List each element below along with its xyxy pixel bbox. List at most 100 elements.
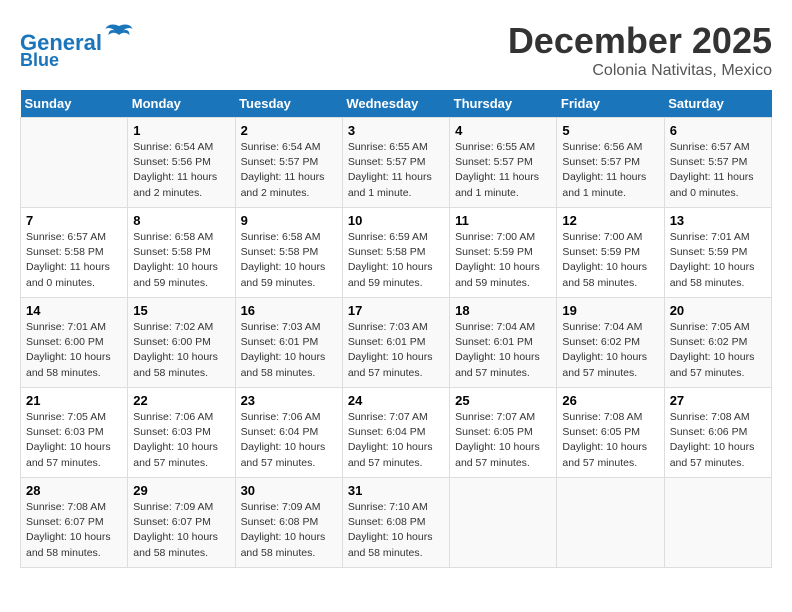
weekday-header-tuesday: Tuesday xyxy=(235,90,342,118)
day-info: Sunrise: 6:58 AM Sunset: 5:58 PM Dayligh… xyxy=(241,230,337,291)
day-number: 5 xyxy=(562,123,658,138)
day-info: Sunrise: 7:02 AM Sunset: 6:00 PM Dayligh… xyxy=(133,320,229,381)
calendar-cell: 26Sunrise: 7:08 AM Sunset: 6:05 PM Dayli… xyxy=(557,388,664,478)
calendar-cell: 10 Sunrise: 6:59 AM Sunset: 5:58 PM Dayli… xyxy=(342,208,449,298)
day-number: 19 xyxy=(562,303,658,318)
day-info: Sunrise: 6:56 AM Sunset: 5:57 PM Dayligh… xyxy=(562,140,658,201)
location-text: Colonia Nativitas, Mexico xyxy=(508,62,772,80)
calendar-cell: 14 Sunrise: 7:01 AM Sunset: 6:00 PM Dayli… xyxy=(21,298,128,388)
day-number: 9 xyxy=(241,213,337,228)
weekday-header-saturday: Saturday xyxy=(664,90,771,118)
day-info: Sunrise: 7:03 AM Sunset: 6:01 PM Dayligh… xyxy=(348,320,444,381)
calendar-week-2: 7Sunrise: 6:57 AM Sunset: 5:58 PM Daylig… xyxy=(21,208,772,298)
calendar-cell xyxy=(450,478,557,568)
calendar-cell: 13 Sunrise: 7:01 AM Sunset: 5:59 PM Dayli… xyxy=(664,208,771,298)
calendar-cell: 9 Sunrise: 6:58 AM Sunset: 5:58 PM Daylig… xyxy=(235,208,342,298)
calendar-cell: 24 Sunrise: 7:07 AM Sunset: 6:04 PM Dayli… xyxy=(342,388,449,478)
day-info: Sunrise: 7:00 AM Sunset: 5:59 PM Dayligh… xyxy=(562,230,658,291)
calendar-cell: 8 Sunrise: 6:58 AM Sunset: 5:58 PM Daylig… xyxy=(128,208,235,298)
day-number: 18 xyxy=(455,303,551,318)
day-info: Sunrise: 7:03 AM Sunset: 6:01 PM Dayligh… xyxy=(241,320,337,381)
title-section: December 2025 Colonia Nativitas, Mexico xyxy=(508,20,772,80)
day-number: 15 xyxy=(133,303,229,318)
day-info: Sunrise: 6:57 AM Sunset: 5:58 PM Dayligh… xyxy=(26,230,122,291)
day-number: 17 xyxy=(348,303,444,318)
day-number: 2 xyxy=(241,123,337,138)
day-number: 30 xyxy=(241,483,337,498)
calendar-cell: 17 Sunrise: 7:03 AM Sunset: 6:01 PM Dayli… xyxy=(342,298,449,388)
month-title: December 2025 xyxy=(508,20,772,62)
calendar-cell: 1 Sunrise: 6:54 AM Sunset: 5:56 PM Daylig… xyxy=(128,118,235,208)
day-info: Sunrise: 7:04 AM Sunset: 6:01 PM Dayligh… xyxy=(455,320,551,381)
weekday-header-monday: Monday xyxy=(128,90,235,118)
day-number: 8 xyxy=(133,213,229,228)
calendar-cell: 20 Sunrise: 7:05 AM Sunset: 6:02 PM Dayli… xyxy=(664,298,771,388)
calendar-cell: 6Sunrise: 6:57 AM Sunset: 5:57 PM Daylig… xyxy=(664,118,771,208)
calendar-week-3: 14 Sunrise: 7:01 AM Sunset: 6:00 PM Dayli… xyxy=(21,298,772,388)
calendar-cell: 3 Sunrise: 6:55 AM Sunset: 5:57 PM Daylig… xyxy=(342,118,449,208)
page-header: General Blue December 2025 Colonia Nativ… xyxy=(20,20,772,80)
day-info: Sunrise: 7:06 AM Sunset: 6:03 PM Dayligh… xyxy=(133,410,229,471)
weekday-header-sunday: Sunday xyxy=(21,90,128,118)
calendar-cell: 4 Sunrise: 6:55 AM Sunset: 5:57 PM Daylig… xyxy=(450,118,557,208)
day-number: 22 xyxy=(133,393,229,408)
day-info: Sunrise: 6:58 AM Sunset: 5:58 PM Dayligh… xyxy=(133,230,229,291)
calendar-cell xyxy=(664,478,771,568)
day-info: Sunrise: 6:57 AM Sunset: 5:57 PM Dayligh… xyxy=(670,140,766,201)
calendar-body: 1 Sunrise: 6:54 AM Sunset: 5:56 PM Daylig… xyxy=(21,118,772,568)
calendar-cell: 27 Sunrise: 7:08 AM Sunset: 6:06 PM Dayli… xyxy=(664,388,771,478)
day-info: Sunrise: 6:55 AM Sunset: 5:57 PM Dayligh… xyxy=(348,140,444,201)
day-number: 4 xyxy=(455,123,551,138)
day-info: Sunrise: 7:09 AM Sunset: 6:07 PM Dayligh… xyxy=(133,500,229,561)
weekday-header-thursday: Thursday xyxy=(450,90,557,118)
day-info: Sunrise: 7:08 AM Sunset: 6:06 PM Dayligh… xyxy=(670,410,766,471)
logo: General Blue xyxy=(20,20,134,71)
day-info: Sunrise: 7:01 AM Sunset: 6:00 PM Dayligh… xyxy=(26,320,122,381)
calendar-cell: 2Sunrise: 6:54 AM Sunset: 5:57 PM Daylig… xyxy=(235,118,342,208)
day-info: Sunrise: 6:55 AM Sunset: 5:57 PM Dayligh… xyxy=(455,140,551,201)
calendar-cell: 16 Sunrise: 7:03 AM Sunset: 6:01 PM Dayli… xyxy=(235,298,342,388)
day-number: 13 xyxy=(670,213,766,228)
day-info: Sunrise: 6:59 AM Sunset: 5:58 PM Dayligh… xyxy=(348,230,444,291)
calendar-cell: 23 Sunrise: 7:06 AM Sunset: 6:04 PM Dayli… xyxy=(235,388,342,478)
day-number: 28 xyxy=(26,483,122,498)
day-info: Sunrise: 7:01 AM Sunset: 5:59 PM Dayligh… xyxy=(670,230,766,291)
calendar-cell: 28Sunrise: 7:08 AM Sunset: 6:07 PM Dayli… xyxy=(21,478,128,568)
day-number: 20 xyxy=(670,303,766,318)
calendar-cell: 18 Sunrise: 7:04 AM Sunset: 6:01 PM Dayli… xyxy=(450,298,557,388)
calendar-cell: 5 Sunrise: 6:56 AM Sunset: 5:57 PM Daylig… xyxy=(557,118,664,208)
day-number: 1 xyxy=(133,123,229,138)
day-info: Sunrise: 7:09 AM Sunset: 6:08 PM Dayligh… xyxy=(241,500,337,561)
day-info: Sunrise: 7:07 AM Sunset: 6:05 PM Dayligh… xyxy=(455,410,551,471)
day-info: Sunrise: 7:07 AM Sunset: 6:04 PM Dayligh… xyxy=(348,410,444,471)
day-number: 23 xyxy=(241,393,337,408)
calendar-cell: 12Sunrise: 7:00 AM Sunset: 5:59 PM Dayli… xyxy=(557,208,664,298)
calendar-table: SundayMondayTuesdayWednesdayThursdayFrid… xyxy=(20,90,772,568)
calendar-cell: 22 Sunrise: 7:06 AM Sunset: 6:03 PM Dayli… xyxy=(128,388,235,478)
day-info: Sunrise: 7:05 AM Sunset: 6:02 PM Dayligh… xyxy=(670,320,766,381)
calendar-cell xyxy=(557,478,664,568)
logo-bird-icon xyxy=(104,20,134,50)
day-number: 14 xyxy=(26,303,122,318)
day-info: Sunrise: 7:06 AM Sunset: 6:04 PM Dayligh… xyxy=(241,410,337,471)
calendar-cell: 29Sunrise: 7:09 AM Sunset: 6:07 PM Dayli… xyxy=(128,478,235,568)
day-number: 3 xyxy=(348,123,444,138)
day-number: 11 xyxy=(455,213,551,228)
day-number: 24 xyxy=(348,393,444,408)
day-number: 21 xyxy=(26,393,122,408)
calendar-week-1: 1 Sunrise: 6:54 AM Sunset: 5:56 PM Daylig… xyxy=(21,118,772,208)
weekday-header-row: SundayMondayTuesdayWednesdayThursdayFrid… xyxy=(21,90,772,118)
day-number: 16 xyxy=(241,303,337,318)
calendar-cell xyxy=(21,118,128,208)
day-number: 27 xyxy=(670,393,766,408)
day-number: 26 xyxy=(562,393,658,408)
calendar-cell: 21Sunrise: 7:05 AM Sunset: 6:03 PM Dayli… xyxy=(21,388,128,478)
calendar-cell: 19Sunrise: 7:04 AM Sunset: 6:02 PM Dayli… xyxy=(557,298,664,388)
day-number: 10 xyxy=(348,213,444,228)
day-info: Sunrise: 6:54 AM Sunset: 5:56 PM Dayligh… xyxy=(133,140,229,201)
calendar-week-4: 21Sunrise: 7:05 AM Sunset: 6:03 PM Dayli… xyxy=(21,388,772,478)
calendar-cell: 31Sunrise: 7:10 AM Sunset: 6:08 PM Dayli… xyxy=(342,478,449,568)
weekday-header-wednesday: Wednesday xyxy=(342,90,449,118)
calendar-cell: 15 Sunrise: 7:02 AM Sunset: 6:00 PM Dayli… xyxy=(128,298,235,388)
calendar-week-5: 28Sunrise: 7:08 AM Sunset: 6:07 PM Dayli… xyxy=(21,478,772,568)
